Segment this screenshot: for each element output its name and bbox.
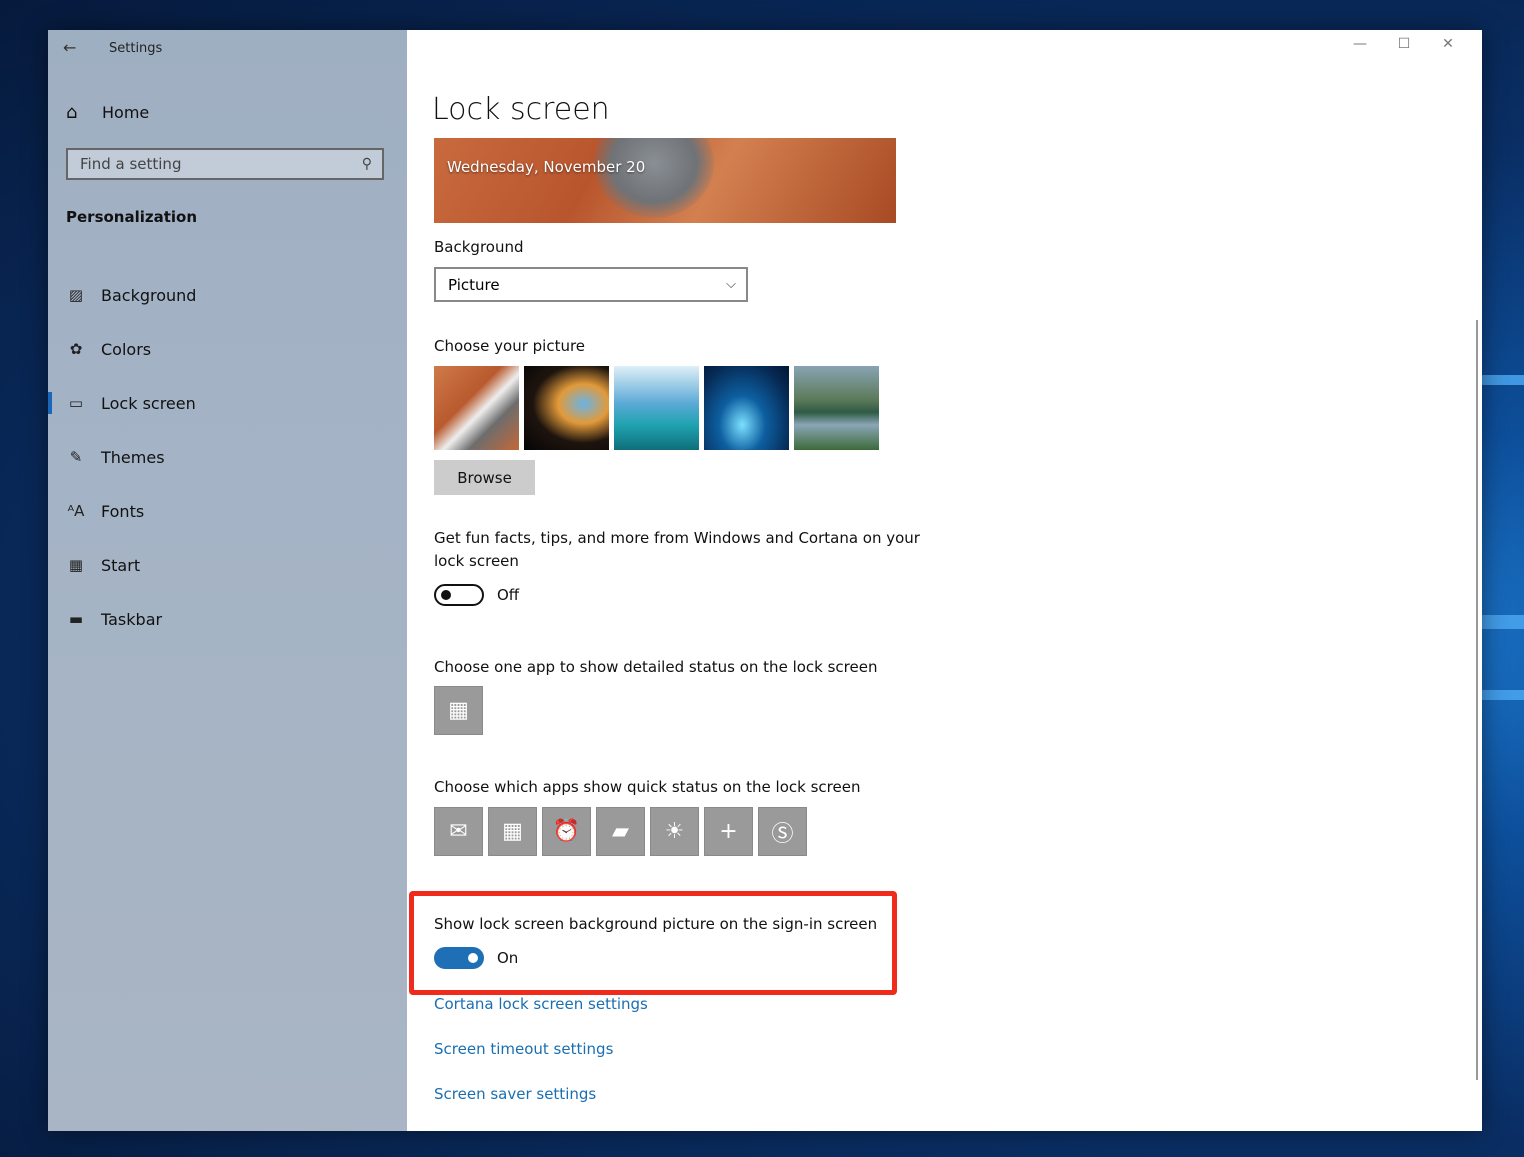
quick-status-app-button[interactable]: ⏰	[542, 807, 591, 856]
picture-thumbnail[interactable]	[434, 366, 519, 450]
sidebar-item-label: Colors	[101, 339, 152, 359]
search-box[interactable]: ⚲	[66, 148, 384, 180]
fun-facts-toggle[interactable]	[434, 584, 484, 606]
start-icon: ▦	[68, 556, 84, 574]
back-arrow-icon[interactable]: ←	[63, 38, 76, 57]
scrollbar[interactable]	[1476, 320, 1478, 1080]
alarm-icon: ⏰	[552, 819, 581, 844]
picture-thumbnail[interactable]	[614, 366, 699, 450]
window-controls: — ☐ ✕	[1338, 36, 1470, 52]
quick-status-apps: ✉ ▦ ⏰ ▰ ☀ + Ⓢ	[434, 807, 807, 856]
sidebar-item-colors[interactable]: ✿ Colors	[48, 322, 407, 376]
close-icon[interactable]: ✕	[1426, 36, 1470, 52]
sidebar-item-start[interactable]: ▦ Start	[48, 538, 407, 592]
quick-status-app-button[interactable]: ✉	[434, 807, 483, 856]
home-label: Home	[102, 103, 150, 122]
fun-facts-toggle-row: Off	[434, 584, 519, 606]
screen-saver-settings-link[interactable]: Screen saver settings	[434, 1085, 596, 1103]
quick-status-app-button[interactable]: Ⓢ	[758, 807, 807, 856]
quick-status-add-button[interactable]: +	[704, 807, 753, 856]
sidebar-item-themes[interactable]: ✎ Themes	[48, 430, 407, 484]
sidebar-item-label: Background	[101, 285, 197, 305]
background-dropdown-value: Picture	[448, 275, 500, 294]
sidebar-item-label: Fonts	[101, 501, 145, 521]
toggle-knob	[441, 590, 451, 600]
background-dropdown[interactable]: Picture ⌵	[434, 267, 748, 302]
sidebar: ← Settings ⌂ Home ⚲ Personalization ▨ Ba…	[48, 30, 407, 1131]
signin-background-state: On	[497, 949, 519, 967]
search-icon: ⚲	[361, 156, 372, 172]
screen-timeout-settings-link[interactable]: Screen timeout settings	[434, 1040, 613, 1058]
minimize-icon[interactable]: —	[1338, 36, 1382, 52]
lock-screen-preview: Wednesday, November 20	[434, 138, 896, 223]
picture-thumbnail[interactable]	[524, 366, 609, 450]
app-title: Settings	[109, 41, 163, 56]
home-icon: ⌂	[66, 102, 78, 123]
quick-status-app-button[interactable]: ▰	[596, 807, 645, 856]
picture-thumbnail[interactable]	[794, 366, 879, 450]
sidebar-item-taskbar[interactable]: ▬ Taskbar	[48, 592, 407, 646]
fun-facts-state: Off	[497, 586, 520, 604]
taskbar-icon: ▬	[68, 610, 84, 628]
weather-icon: ☀	[664, 819, 685, 844]
highlight-annotation-box	[409, 891, 897, 995]
sidebar-item-lock-screen[interactable]: ▭ Lock screen	[48, 376, 407, 430]
home-nav-item[interactable]: ⌂ Home	[66, 102, 149, 123]
signin-background-toggle[interactable]	[434, 947, 484, 969]
image-icon: ▨	[68, 286, 84, 304]
page-title: Lock screen	[432, 92, 610, 127]
sidebar-nav: ▨ Background ✿ Colors ▭ Lock screen ✎ Th…	[48, 268, 407, 646]
palette-icon: ✿	[69, 340, 83, 358]
sidebar-item-background[interactable]: ▨ Background	[48, 268, 407, 322]
choose-picture-label: Choose your picture	[434, 337, 586, 355]
picture-thumbnail[interactable]	[704, 366, 789, 450]
sidebar-item-label: Taskbar	[101, 609, 163, 629]
detailed-status-label: Choose one app to show detailed status o…	[434, 658, 878, 676]
themes-icon: ✎	[69, 448, 83, 466]
calendar-icon: ▦	[502, 819, 523, 844]
settings-window: ← Settings ⌂ Home ⚲ Personalization ▨ Ba…	[48, 30, 1482, 1131]
sidebar-item-label: Lock screen	[101, 393, 196, 413]
detailed-status-app-button[interactable]: ▦	[434, 686, 483, 735]
background-label: Background	[434, 238, 524, 256]
fun-facts-label: Get fun facts, tips, and more from Windo…	[434, 529, 920, 570]
add-icon: +	[719, 819, 738, 844]
quick-status-label: Choose which apps show quick status on t…	[434, 778, 861, 796]
messaging-icon: ▰	[612, 819, 629, 844]
toggle-knob	[468, 953, 478, 963]
cortana-lock-screen-settings-link[interactable]: Cortana lock screen settings	[434, 995, 648, 1013]
chevron-down-icon: ⌵	[726, 277, 736, 292]
picture-thumbnails	[434, 366, 879, 450]
mail-icon: ✉	[449, 819, 468, 844]
section-title: Personalization	[66, 208, 198, 226]
skype-icon: Ⓢ	[771, 821, 794, 847]
sidebar-item-label: Themes	[101, 447, 165, 467]
maximize-icon[interactable]: ☐	[1382, 36, 1426, 52]
preview-dog-image	[594, 138, 714, 218]
sidebar-item-fonts[interactable]: ᴬA Fonts	[48, 484, 407, 538]
browse-button[interactable]: Browse	[434, 460, 535, 495]
search-input[interactable]	[80, 155, 350, 173]
quick-status-app-button[interactable]: ▦	[488, 807, 537, 856]
lock-screen-icon: ▭	[68, 394, 84, 412]
signin-toggle-row: On	[434, 947, 518, 969]
quick-status-app-button[interactable]: ☀	[650, 807, 699, 856]
preview-date: Wednesday, November 20	[447, 158, 646, 176]
sidebar-item-label: Start	[101, 555, 141, 575]
calendar-icon: ▦	[448, 698, 469, 723]
fonts-icon: ᴬA	[67, 502, 85, 520]
signin-background-label: Show lock screen background picture on t…	[434, 915, 878, 933]
